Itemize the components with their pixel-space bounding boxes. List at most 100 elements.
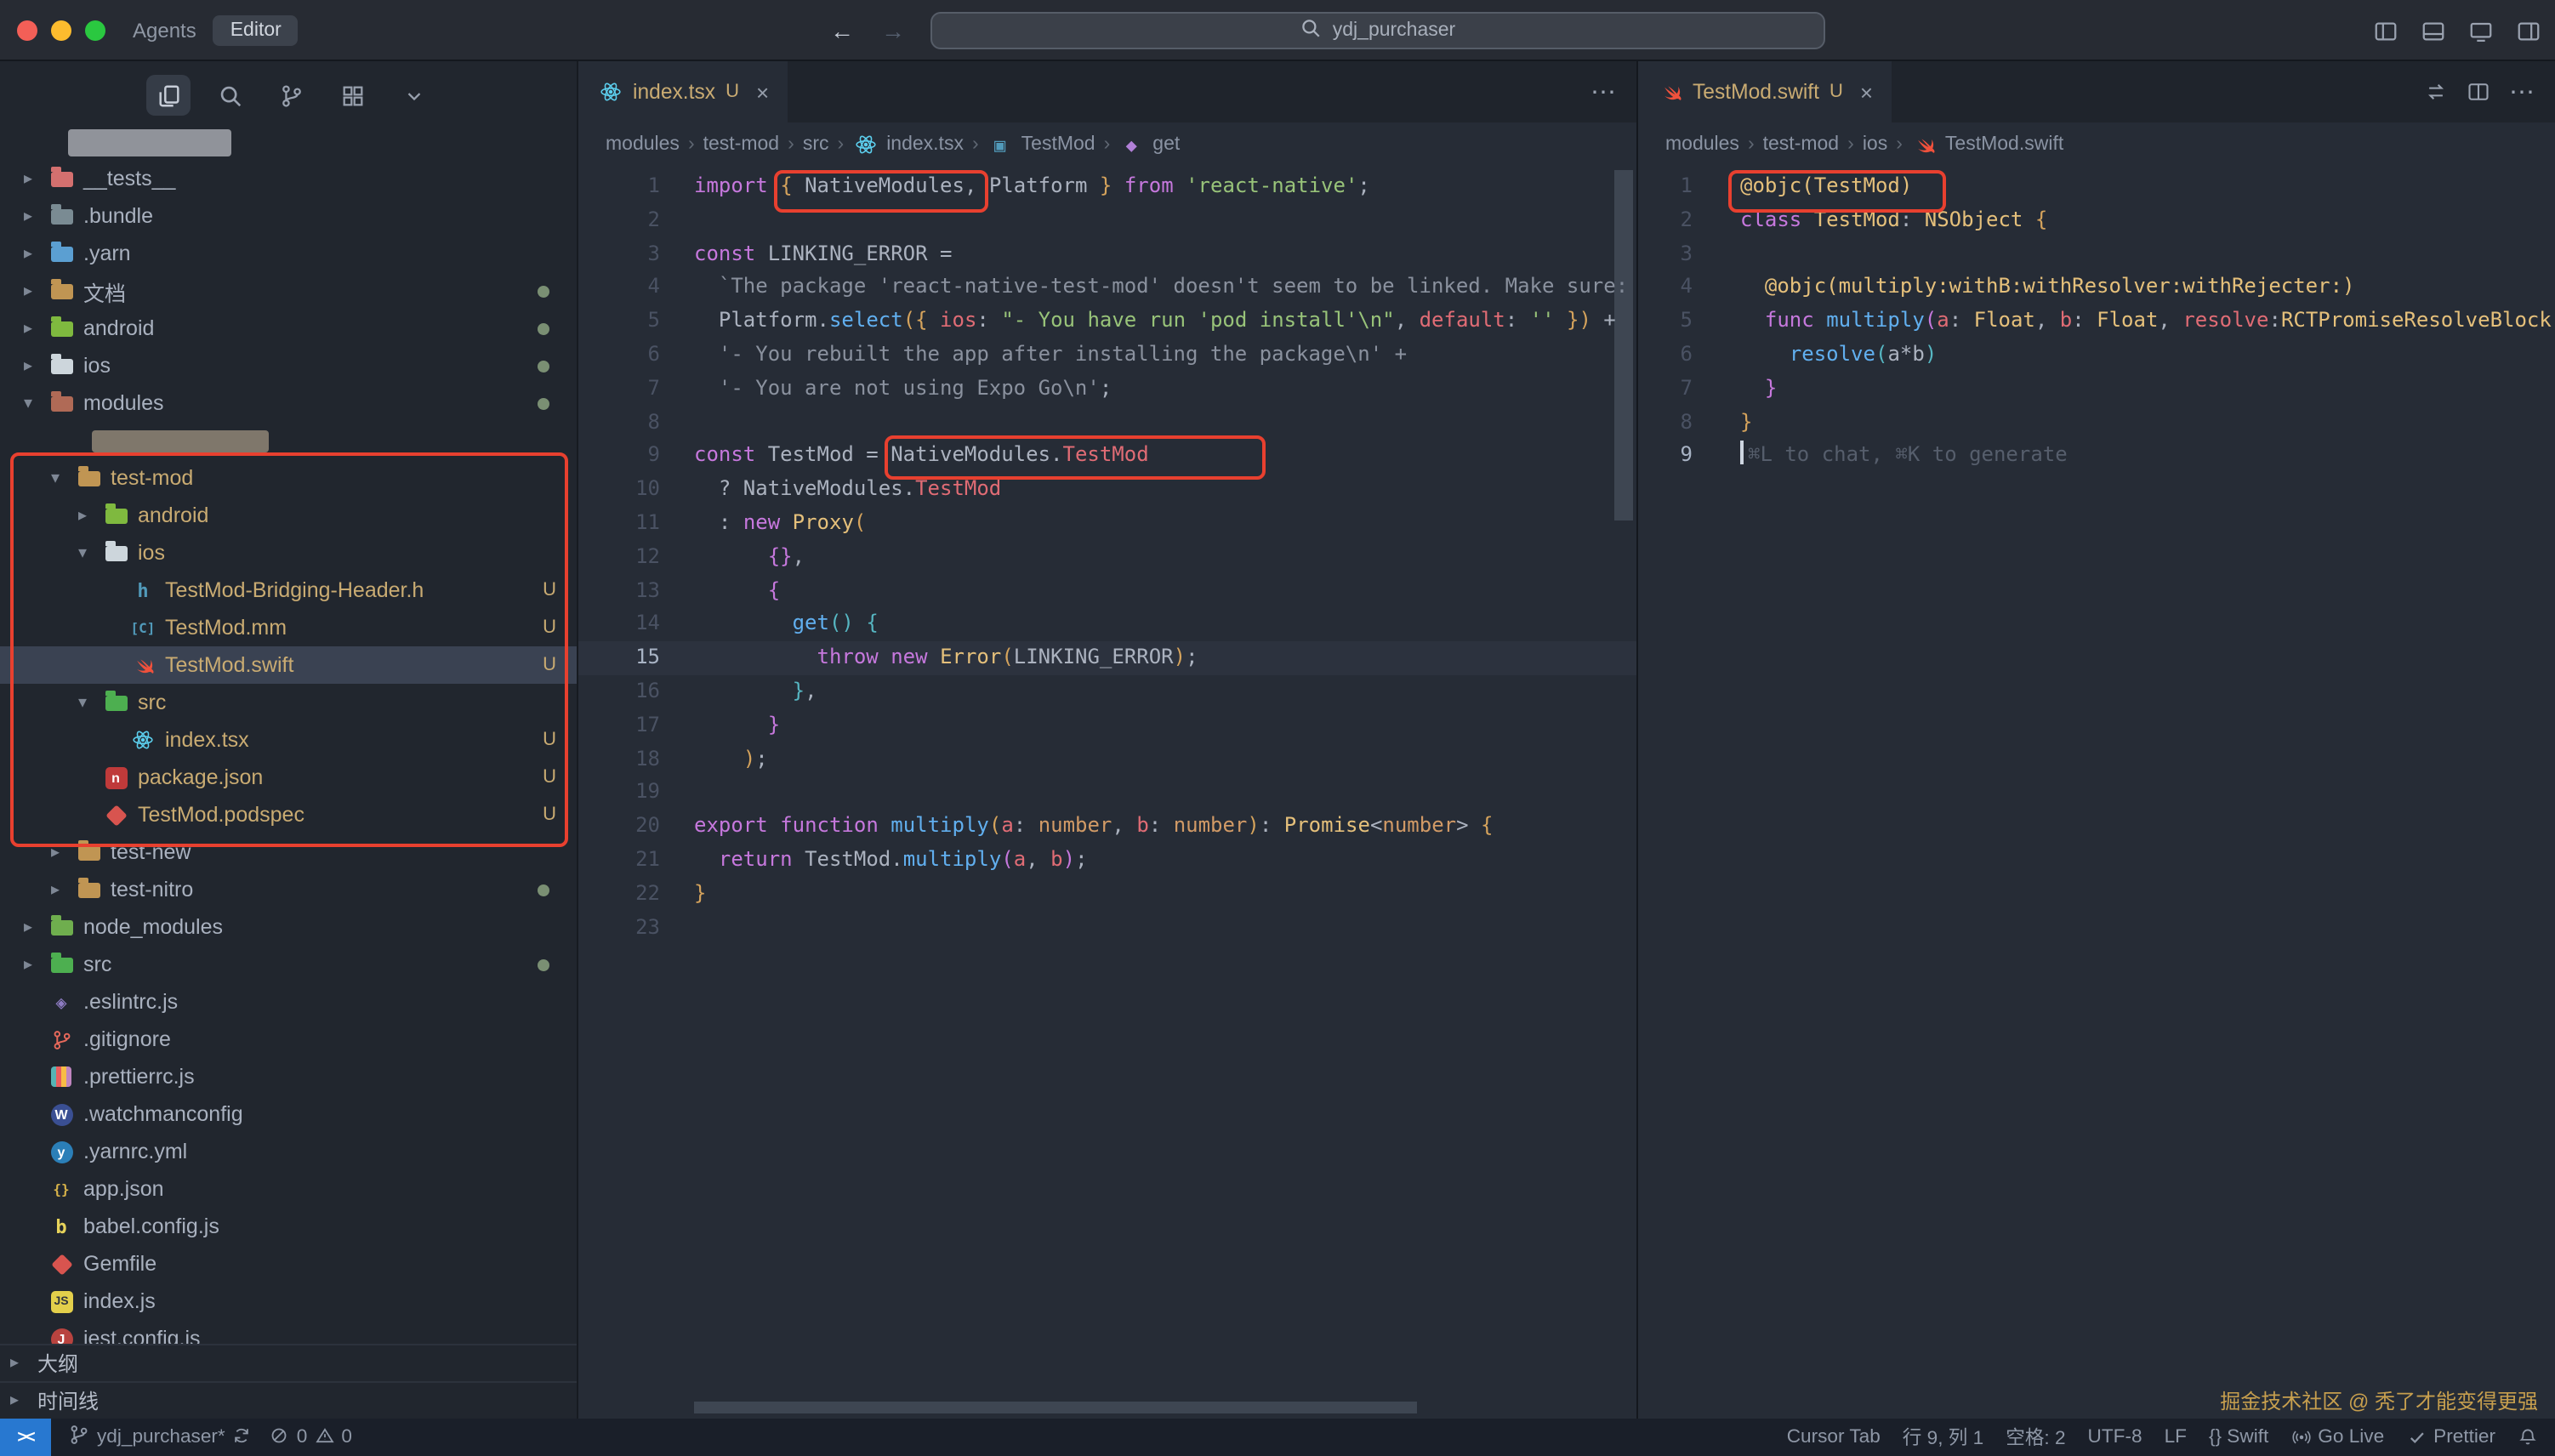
source-control-view-icon[interactable]	[269, 75, 313, 116]
back-icon[interactable]: ←	[830, 17, 854, 44]
code-line[interactable]: 12 {},	[578, 541, 1636, 575]
tree-item-ios[interactable]: ▸ios	[0, 347, 577, 384]
code-line[interactable]: 3	[1638, 237, 2555, 271]
tree-item--prettierrc-js[interactable]: .prettierrc.js	[0, 1058, 577, 1095]
forward-icon[interactable]: →	[881, 17, 905, 44]
code-line[interactable]: 23	[578, 911, 1636, 945]
split-editor-icon[interactable]	[2467, 80, 2490, 104]
prettier-status[interactable]: Prettier	[2406, 1427, 2495, 1447]
vertical-scrollbar[interactable]	[1614, 170, 1633, 520]
encoding-status[interactable]: UTF-8	[2088, 1427, 2142, 1447]
code-line[interactable]: 14 get() {	[578, 608, 1636, 642]
code-line[interactable]: 8}	[1638, 406, 2555, 440]
code-line[interactable]: 17 }	[578, 709, 1636, 743]
tree-item-jest-config-js[interactable]: Jjest.config.js	[0, 1320, 577, 1344]
tree-item-test-nitro[interactable]: ▸test-nitro	[0, 871, 577, 908]
search-view-icon[interactable]	[208, 75, 252, 116]
code-line[interactable]: 16 },	[578, 675, 1636, 709]
tree-item-android[interactable]: ▸android	[0, 310, 577, 347]
tree-item--gitignore[interactable]: .gitignore	[0, 1021, 577, 1058]
tree-item-test-new[interactable]: ▸test-new	[0, 833, 577, 871]
tree-item--watchmanconfig[interactable]: W.watchmanconfig	[0, 1095, 577, 1133]
extensions-view-icon[interactable]	[330, 75, 374, 116]
code-line[interactable]: 10 ? NativeModules.TestMod	[578, 473, 1636, 507]
indentation-status[interactable]: 空格: 2	[2006, 1424, 2065, 1451]
tree-item-testmod-mm[interactable]: [C]TestMod.mmU	[0, 609, 577, 646]
tree-item-babel-config-js[interactable]: bbabel.config.js	[0, 1208, 577, 1245]
tree-item-ios[interactable]: ▾ios	[0, 534, 577, 572]
code-line[interactable]: 5 Platform.select({ ios: "- You have run…	[578, 304, 1636, 338]
command-center-search[interactable]: ydj_purchaser	[930, 12, 1825, 49]
tree-item--eslintrc-js[interactable]: ◈.eslintrc.js	[0, 983, 577, 1021]
tree-item-android[interactable]: ▸android	[0, 497, 577, 534]
tree-item-src[interactable]: ▾src	[0, 684, 577, 721]
code-line[interactable]: 4 `The package 'react-native-test-mod' d…	[578, 271, 1636, 305]
outline-section-header[interactable]: ▸ 大纲	[0, 1344, 577, 1381]
code-line[interactable]: 2	[578, 204, 1636, 238]
code-line[interactable]: 6 '- You rebuilt the app after installin…	[578, 338, 1636, 373]
eol-status[interactable]: LF	[2165, 1427, 2187, 1447]
views-menu-chevron-icon[interactable]	[391, 75, 435, 116]
screen-share-icon[interactable]	[2468, 18, 2494, 43]
tree-item-test-mod[interactable]: ▾test-mod	[0, 459, 577, 497]
tree-item-index-tsx[interactable]: index.tsxU	[0, 721, 577, 759]
layout-sidebar-right-icon[interactable]	[2516, 18, 2541, 43]
minimize-window-button[interactable]	[51, 20, 71, 40]
code-line[interactable]: 3const LINKING_ERROR =	[578, 237, 1636, 271]
code-line[interactable]: 20export function multiply(a: number, b:…	[578, 810, 1636, 844]
more-actions-icon[interactable]: ⋯	[1590, 77, 1616, 107]
breadcrumb-item[interactable]: modules	[1665, 134, 1739, 155]
tree-item-文档[interactable]: ▸文档	[0, 272, 577, 310]
code-line[interactable]: 21 return TestMod.multiply(a, b);	[578, 844, 1636, 878]
tree-item-package-json[interactable]: npackage.jsonU	[0, 759, 577, 796]
breadcrumb-item[interactable]: ios	[1863, 134, 1887, 155]
code-line[interactable]: 22}	[578, 877, 1636, 911]
tree-item--yarnrc-yml[interactable]: y.yarnrc.yml	[0, 1133, 577, 1170]
code-line[interactable]: 18 );	[578, 742, 1636, 776]
code-line[interactable]: 5 func multiply(a: Float, b: Float, reso…	[1638, 304, 2555, 338]
code-line[interactable]: 19	[578, 776, 1636, 810]
swap-editors-icon[interactable]	[2424, 80, 2448, 104]
cursor-position-status[interactable]: 行 9, 列 1	[1903, 1424, 1983, 1451]
breadcrumb-item[interactable]: test-mod	[1763, 134, 1840, 155]
breadcrumb-item[interactable]: TestMod.swift	[1945, 134, 2063, 155]
code-editor-testmod-swift[interactable]: 1@objc(TestMod)2class TestMod: NSObject …	[1638, 167, 2555, 1419]
problems-status[interactable]: 0 0	[270, 1425, 352, 1450]
code-line[interactable]: 13 {	[578, 574, 1636, 608]
explorer-view-icon[interactable]	[146, 75, 191, 116]
git-branch-status[interactable]: ydj_purchaser*	[68, 1424, 253, 1451]
zoom-window-button[interactable]	[85, 20, 105, 40]
close-window-button[interactable]	[17, 20, 37, 40]
code-line[interactable]: 7 }	[1638, 373, 2555, 407]
tree-item--bundle[interactable]: ▸.bundle	[0, 197, 577, 235]
breadcrumb-item[interactable]: modules	[606, 134, 680, 155]
cursor-tab-status[interactable]: Cursor Tab	[1787, 1427, 1881, 1447]
code-line[interactable]: 7 '- You are not using Expo Go\n';	[578, 373, 1636, 407]
breadcrumb-item[interactable]: test-mod	[703, 134, 780, 155]
tree-item-modules[interactable]: ▾modules	[0, 384, 577, 422]
code-line[interactable]: 9const TestMod = NativeModules.TestMod	[578, 440, 1636, 474]
close-tab-icon[interactable]: ×	[1860, 79, 1873, 105]
breadcrumb-item[interactable]: src	[803, 134, 829, 155]
tree-item-testmod-podspec[interactable]: TestMod.podspecU	[0, 796, 577, 833]
go-live-status[interactable]: Go Live	[2290, 1427, 2384, 1447]
tree-item-node-modules[interactable]: ▸node_modules	[0, 908, 577, 946]
breadcrumb-item[interactable]: TestMod	[1021, 134, 1095, 155]
tree-item-testmod-swift[interactable]: TestMod.swiftU	[0, 646, 577, 684]
code-line[interactable]: 15 throw new Error(LINKING_ERROR);	[578, 641, 1636, 675]
code-line[interactable]: 9⌘L to chat, ⌘K to generate	[1638, 440, 2555, 474]
breadcrumb-item[interactable]: index.tsx	[886, 134, 964, 155]
code-editor-index-tsx[interactable]: 1import { NativeModules, Platform } from…	[578, 167, 1636, 1419]
layout-panel-icon[interactable]	[2421, 18, 2446, 43]
tree-item-redacted[interactable]	[0, 422, 577, 459]
layout-sidebar-left-icon[interactable]	[2373, 18, 2399, 43]
code-line[interactable]: 11 : new Proxy(	[578, 507, 1636, 541]
tree-item--tests-[interactable]: ▸__tests__	[0, 160, 577, 197]
horizontal-scrollbar[interactable]	[694, 1402, 1417, 1413]
code-line[interactable]: 6 resolve(a*b)	[1638, 338, 2555, 373]
tree-item-testmod-bridging-header-h[interactable]: hTestMod-Bridging-Header.hU	[0, 572, 577, 609]
tab-testmod-swift[interactable]: TestMod.swift U ×	[1638, 61, 1892, 122]
notifications-bell[interactable]	[2518, 1427, 2538, 1447]
tree-item-index-js[interactable]: JSindex.js	[0, 1283, 577, 1320]
code-line[interactable]: 8	[578, 406, 1636, 440]
